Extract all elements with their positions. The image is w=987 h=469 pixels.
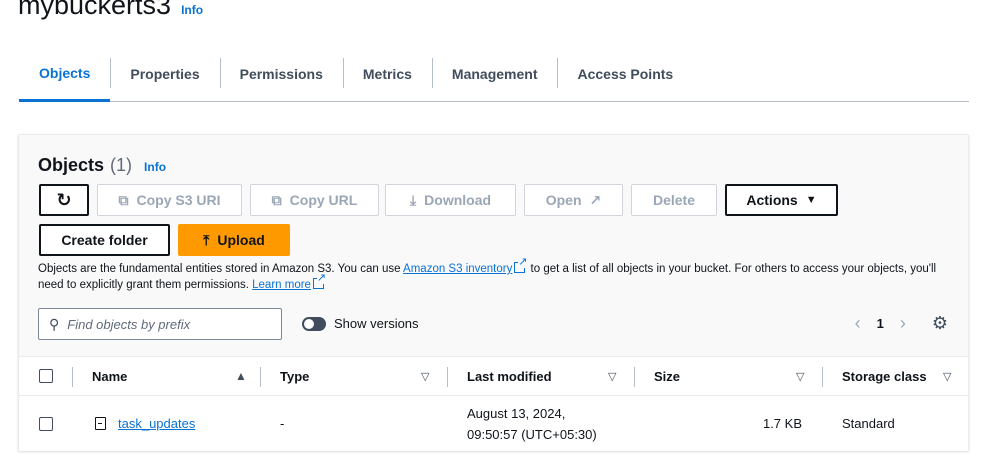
search-box: ⚲ — [38, 308, 282, 340]
column-storage-class-label: Storage class — [842, 368, 927, 384]
tab-permissions[interactable]: Permissions — [219, 46, 343, 101]
create-folder-button[interactable]: Create folder — [39, 224, 170, 256]
refresh-button[interactable]: ↻ — [39, 184, 89, 216]
objects-panel-title: Objects — [38, 155, 105, 175]
object-name-link[interactable]: task_updates — [118, 416, 195, 431]
chevron-left-icon[interactable]: ‹ — [855, 313, 861, 334]
download-label: Download — [424, 192, 492, 208]
actions-dropdown-button[interactable]: Actions ▼ — [725, 184, 838, 216]
bucket-info-link[interactable]: Info — [181, 3, 203, 17]
column-divider — [447, 367, 448, 387]
delete-label: Delete — [652, 192, 696, 208]
copy-url-button[interactable]: ⧉ Copy URL — [250, 184, 379, 216]
description-text-1: Objects are the fundamental entities sto… — [38, 263, 404, 275]
upload-label: Upload — [217, 232, 265, 248]
sort-ascending-icon[interactable]: ▲ — [235, 369, 247, 383]
s3-inventory-link[interactable]: Amazon S3 inventory — [403, 263, 512, 275]
copy-url-label: Copy URL — [289, 192, 358, 208]
column-divider — [260, 367, 261, 387]
column-header-last-modified[interactable]: Last modified ▽ — [467, 357, 622, 395]
actions-label: Actions — [746, 192, 798, 208]
column-header-storage-class[interactable]: Storage class ▽ — [842, 357, 962, 395]
external-link-icon — [312, 273, 326, 289]
open-label: Open — [545, 192, 582, 208]
search-input[interactable] — [67, 316, 258, 332]
sort-dropdown-icon[interactable]: ▽ — [421, 370, 429, 383]
external-link-icon — [514, 257, 528, 273]
object-size: 1.7 KB — [762, 416, 802, 431]
delete-button[interactable]: Delete — [631, 184, 717, 216]
copy-icon: ⧉ — [118, 192, 129, 208]
search-icon: ⚲ — [49, 315, 60, 332]
bucket-title: mybuckerts3 Info — [18, 0, 203, 21]
learn-more-link[interactable]: Learn more — [252, 279, 311, 291]
column-divider — [72, 367, 73, 387]
refresh-icon: ↻ — [56, 190, 72, 210]
objects-panel: Objects (1) Info ↻ ⧉ Copy S3 URI ⧉ Copy … — [18, 134, 969, 451]
bucket-tabs: Objects Properties Permissions Metrics M… — [19, 46, 969, 102]
column-divider — [634, 367, 635, 387]
show-versions-toggle[interactable] — [302, 316, 326, 331]
row-select-cell — [39, 396, 53, 451]
tab-properties[interactable]: Properties — [110, 46, 219, 101]
objects-description: Objects are the fundamental entities sto… — [38, 257, 938, 293]
file-icon — [95, 417, 106, 430]
gear-icon[interactable]: ⚙ — [932, 313, 948, 334]
copy-s3-uri-label: Copy S3 URI — [136, 192, 221, 208]
objects-panel-header: Objects (1) Info — [38, 155, 166, 176]
column-last-modified-label: Last modified — [467, 368, 552, 384]
sort-dropdown-icon[interactable]: ▽ — [608, 370, 616, 383]
bucket-name: mybuckerts3 — [18, 0, 172, 20]
object-name-cell: task_updates — [95, 396, 195, 451]
external-link-icon: ↗ — [589, 192, 602, 208]
create-folder-label: Create folder — [61, 232, 148, 248]
last-modified-time: 09:50:57 (UTC+05:30) — [467, 426, 597, 442]
last-modified-date: August 13, 2024, — [467, 405, 566, 421]
show-versions: Show versions — [302, 316, 419, 331]
upload-icon: ⤒ — [203, 232, 210, 248]
open-button[interactable]: Open ↗ — [524, 184, 623, 216]
show-versions-label: Show versions — [334, 316, 419, 331]
column-name-label: Name — [92, 368, 128, 384]
caret-down-icon: ▼ — [805, 193, 817, 206]
column-header-type[interactable]: Type ▽ — [280, 357, 435, 395]
column-size-label: Size — [654, 368, 681, 384]
objects-info-link[interactable]: Info — [144, 160, 166, 174]
object-storage-class: Standard — [842, 416, 895, 431]
tab-objects[interactable]: Objects — [19, 46, 111, 102]
tab-metrics[interactable]: Metrics — [342, 46, 432, 101]
object-last-modified: August 13, 2024, 09:50:57 (UTC+05:30) — [467, 396, 597, 451]
sort-dropdown-icon[interactable]: ▽ — [796, 370, 804, 383]
table-row: task_updates - August 13, 2024, 09:50:57… — [19, 396, 968, 451]
current-page-number[interactable]: 1 — [877, 316, 884, 331]
column-type-label: Type — [280, 368, 310, 384]
copy-s3-uri-button[interactable]: ⧉ Copy S3 URI — [97, 184, 242, 216]
select-all-cell — [39, 357, 53, 395]
objects-count: (1) — [110, 155, 133, 175]
tab-access-points[interactable]: Access Points — [557, 46, 693, 101]
download-icon: ⤓ — [409, 192, 417, 208]
download-button[interactable]: ⤓ Download — [385, 184, 516, 216]
column-header-name[interactable]: Name ▲ — [92, 357, 252, 395]
copy-icon: ⧉ — [271, 192, 282, 208]
pagination: ‹ 1 › ⚙ — [855, 313, 948, 334]
object-type: - — [280, 416, 285, 431]
objects-table-header: Name ▲ Type ▽ Last modified ▽ Size ▽ Sto… — [19, 356, 968, 396]
row-checkbox[interactable] — [39, 416, 53, 431]
column-divider — [822, 367, 823, 387]
select-all-checkbox[interactable] — [39, 369, 53, 383]
column-header-size[interactable]: Size ▽ — [654, 357, 809, 395]
upload-button[interactable]: ⤒ Upload — [178, 224, 290, 256]
tab-management[interactable]: Management — [431, 46, 558, 101]
sort-dropdown-icon[interactable]: ▽ — [943, 370, 951, 383]
chevron-right-icon[interactable]: › — [900, 313, 906, 334]
